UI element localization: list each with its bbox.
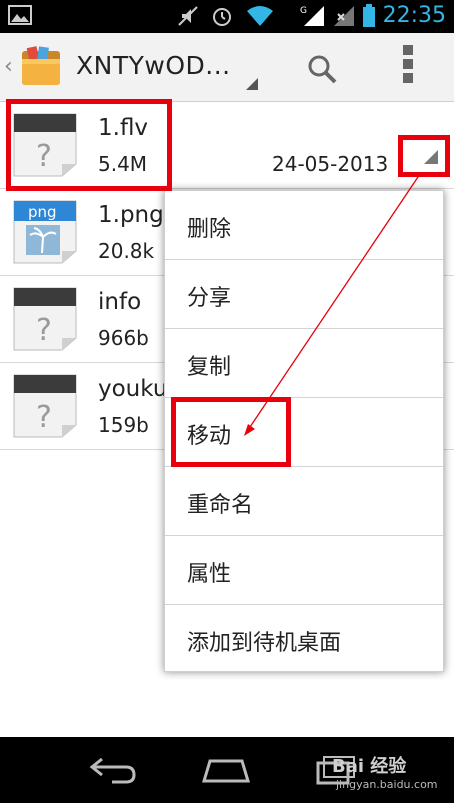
annotation-arrow (244, 173, 421, 436)
watermark-url: jingyan.baidu.com (336, 778, 438, 791)
back-icon[interactable] (88, 753, 138, 785)
home-icon[interactable] (200, 753, 252, 785)
watermark: Bai 经验 (332, 756, 407, 777)
